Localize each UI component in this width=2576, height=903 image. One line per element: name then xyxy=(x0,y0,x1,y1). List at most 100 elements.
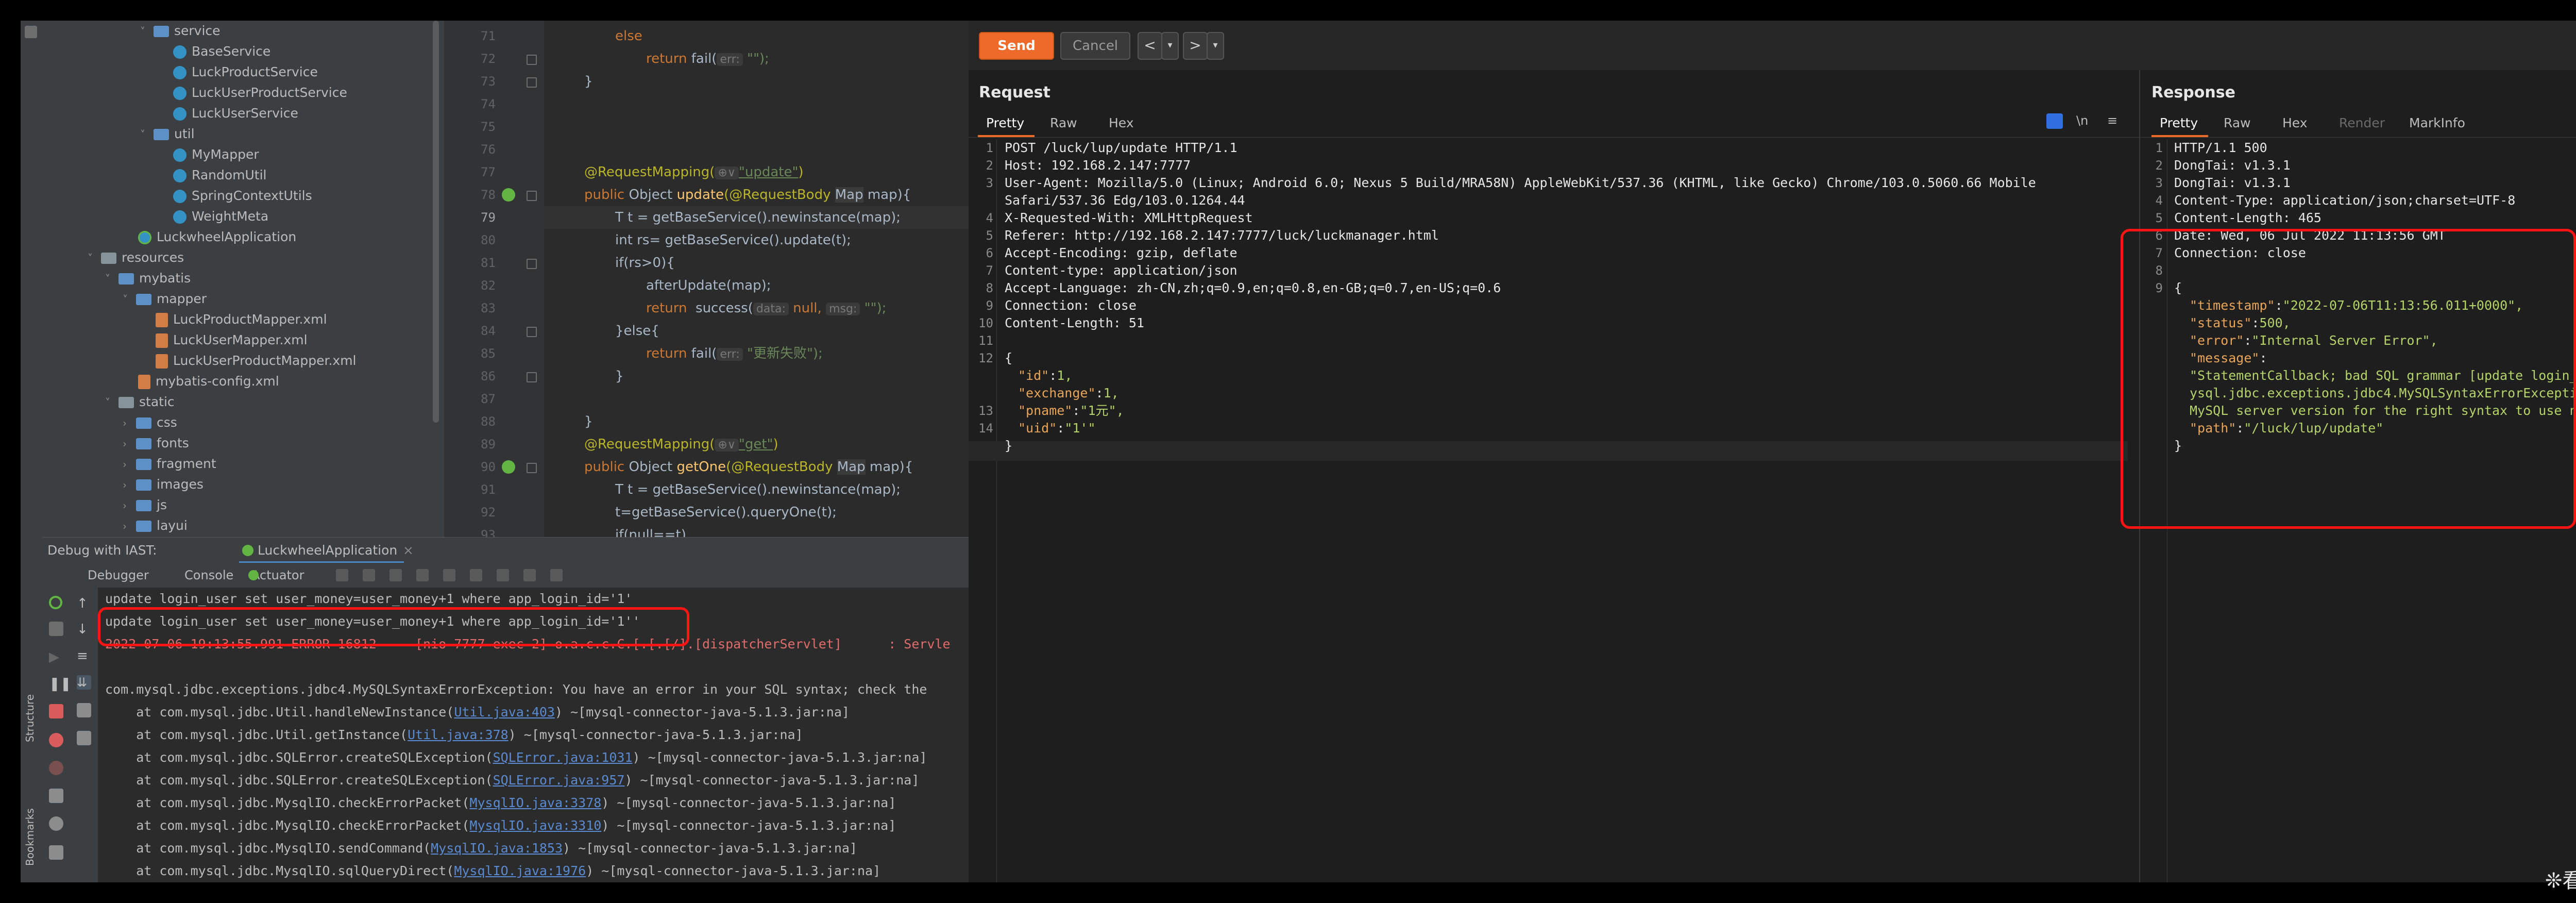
tree-arrow-icon[interactable]: ˅ xyxy=(123,289,136,310)
step-out-icon[interactable] xyxy=(416,569,429,581)
scroll-to-end-icon[interactable]: ⇊ xyxy=(77,675,91,690)
tree-arrow-icon[interactable]: › xyxy=(123,475,136,495)
tree-item[interactable]: LuckProductService xyxy=(173,62,318,82)
tree-item[interactable]: SpringContextUtils xyxy=(173,186,312,206)
run-to-cursor-icon[interactable] xyxy=(470,569,482,581)
tree-item[interactable]: › fragment xyxy=(123,454,216,474)
tree-arrow-icon[interactable]: ˅ xyxy=(140,124,154,145)
resume-icon[interactable]: ▶ xyxy=(49,649,63,665)
tree-arrow-icon[interactable]: › xyxy=(123,454,136,475)
forward-button[interactable]: > xyxy=(1183,32,1208,60)
gear-icon[interactable] xyxy=(49,816,63,831)
tree-item[interactable]: › css xyxy=(123,412,177,433)
trash-icon[interactable] xyxy=(77,731,91,745)
tree-arrow-icon[interactable]: › xyxy=(123,413,136,433)
tree-arrow-icon[interactable]: › xyxy=(123,433,136,454)
tree-arrow-icon[interactable]: ˅ xyxy=(88,248,101,269)
forward-menu-button[interactable]: ▾ xyxy=(1207,32,1224,60)
settings-icon[interactable] xyxy=(49,622,63,636)
cancel-button[interactable]: Cancel xyxy=(1060,32,1130,60)
debug-tab-console[interactable]: Console xyxy=(184,563,233,588)
camera-icon[interactable] xyxy=(49,789,63,803)
tree-item[interactable]: ˅ util xyxy=(140,124,195,144)
fold-icon[interactable] xyxy=(527,372,537,382)
tree-item[interactable]: ˅ mybatis xyxy=(105,268,191,289)
scroll-down-icon[interactable]: ↓ xyxy=(77,622,91,637)
source-link[interactable]: MysqlIO.java:1976 xyxy=(454,863,586,878)
response-tab-pretty[interactable]: Pretty xyxy=(2160,115,2198,130)
force-step-icon[interactable] xyxy=(389,569,402,581)
drop-frame-icon[interactable] xyxy=(443,569,455,581)
scroll-up-icon[interactable]: ↑ xyxy=(77,596,91,611)
fold-icon[interactable] xyxy=(527,327,537,337)
back-menu-button[interactable]: ▾ xyxy=(1161,32,1179,60)
tree-item[interactable]: MyMapper xyxy=(173,144,259,165)
debug-tab-debugger[interactable]: Debugger xyxy=(88,563,149,588)
fold-icon[interactable] xyxy=(527,463,537,473)
tree-item[interactable]: ˅ mapper xyxy=(123,289,207,309)
soft-wrap-icon[interactable]: ≡ xyxy=(77,648,91,664)
fold-icon[interactable] xyxy=(527,77,537,88)
request-tab-raw[interactable]: Raw xyxy=(1050,115,1077,130)
print-icon[interactable] xyxy=(77,703,91,717)
tree-item[interactable]: ˅ service xyxy=(140,21,221,41)
tree-item[interactable]: › js xyxy=(123,495,167,515)
stop-icon[interactable] xyxy=(49,704,63,718)
step-into-icon[interactable] xyxy=(363,569,375,581)
tree-arrow-icon[interactable]: › xyxy=(123,495,136,516)
evaluate-icon[interactable] xyxy=(497,569,509,581)
debug-tab-actuator[interactable]: Actuator xyxy=(251,563,304,588)
tree-item[interactable]: LuckUserService xyxy=(173,103,298,124)
source-link[interactable]: MysqlIO.java:3310 xyxy=(469,818,601,833)
tree-item[interactable]: ˅ static xyxy=(105,392,175,412)
source-link[interactable]: MysqlIO.java:1853 xyxy=(431,841,563,856)
response-tab-markinfo[interactable]: MarkInfo xyxy=(2409,115,2465,130)
tree-item[interactable]: ˅ resources xyxy=(88,247,184,268)
wrap-toggle-icon[interactable] xyxy=(2046,113,2063,129)
response-tab-hex[interactable]: Hex xyxy=(2282,115,2308,130)
request-tab-hex[interactable]: Hex xyxy=(1109,115,1134,130)
response-tab-raw[interactable]: Raw xyxy=(2224,115,2251,130)
tree-item[interactable]: LuckUserProductService xyxy=(173,82,347,103)
source-link[interactable]: Util.java:403 xyxy=(454,705,555,720)
tree-item[interactable]: › layui xyxy=(123,515,188,536)
step-over-icon[interactable] xyxy=(336,569,348,581)
tree-item[interactable]: › fonts xyxy=(123,433,189,454)
debug-app-tab[interactable]: LuckwheelApplication xyxy=(258,538,397,563)
back-button[interactable]: < xyxy=(1138,32,1162,60)
tree-arrow-icon[interactable]: ˅ xyxy=(140,21,154,42)
structure-tab[interactable]: Structure xyxy=(24,694,36,742)
more-icon[interactable] xyxy=(550,569,563,581)
project-tree-scrollbar[interactable] xyxy=(433,21,439,423)
pin-icon[interactable] xyxy=(49,845,63,860)
tree-arrow-icon[interactable]: › xyxy=(123,516,136,537)
tree-item[interactable]: LuckUserProductMapper.xml xyxy=(156,350,357,371)
response-tab-render[interactable]: Render xyxy=(2339,115,2385,130)
tree-item[interactable]: LuckwheelApplication xyxy=(138,227,296,247)
project-icon[interactable] xyxy=(25,26,37,38)
source-link[interactable]: MysqlIO.java:3378 xyxy=(469,795,601,810)
tree-item[interactable]: mybatis-config.xml xyxy=(138,371,279,392)
close-icon[interactable]: × xyxy=(403,538,414,563)
fold-icon[interactable] xyxy=(527,191,537,201)
table-icon[interactable] xyxy=(523,569,536,581)
view-breakpoints-icon[interactable] xyxy=(49,733,63,747)
source-link[interactable]: SQLError.java:957 xyxy=(493,773,625,788)
pause-icon[interactable]: ❚❚ xyxy=(49,676,72,692)
tree-arrow-icon[interactable]: ˅ xyxy=(105,392,118,413)
tree-item[interactable]: LuckUserMapper.xml xyxy=(156,330,308,350)
tree-item[interactable]: RandomUtil xyxy=(173,165,267,186)
newline-toggle[interactable]: \n xyxy=(2076,113,2088,128)
bookmarks-tab[interactable]: Bookmarks xyxy=(24,808,36,866)
tree-item[interactable]: › images xyxy=(123,474,204,495)
tree-arrow-icon[interactable]: ˅ xyxy=(105,269,118,289)
run-gutter-icon[interactable] xyxy=(502,188,515,202)
fold-icon[interactable] xyxy=(527,55,537,65)
source-link[interactable]: SQLError.java:1031 xyxy=(493,750,633,765)
menu-icon[interactable]: ≡ xyxy=(2107,113,2117,128)
run-gutter-icon[interactable] xyxy=(502,460,515,474)
request-tab-pretty[interactable]: Pretty xyxy=(986,115,1024,130)
tree-item[interactable]: LuckProductMapper.xml xyxy=(156,309,327,330)
fold-icon[interactable] xyxy=(527,259,537,269)
mute-breakpoints-icon[interactable] xyxy=(49,761,63,775)
